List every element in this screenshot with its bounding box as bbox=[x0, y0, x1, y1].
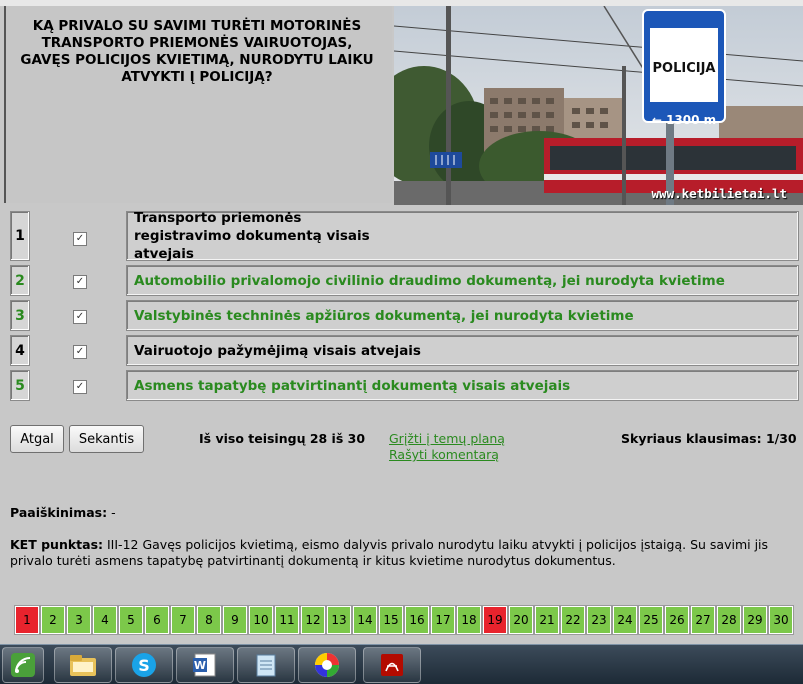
page-tile-23[interactable]: 23 bbox=[586, 605, 612, 635]
page-tile-7[interactable]: 7 bbox=[170, 605, 196, 635]
answer-text: Vairuotojo pažymėjimą visais atvejais bbox=[134, 342, 421, 359]
next-button[interactable]: Sekantis bbox=[69, 425, 144, 453]
page-tile-10[interactable]: 10 bbox=[248, 605, 274, 635]
network-status-icon[interactable] bbox=[2, 647, 44, 683]
answer-number: 2 bbox=[10, 265, 30, 296]
page-tile-30[interactable]: 30 bbox=[768, 605, 794, 635]
page-tile-1[interactable]: 1 bbox=[14, 605, 40, 635]
street-scene-image: POLICIJA ← 1300 m bbox=[394, 6, 803, 205]
page-tile-20[interactable]: 20 bbox=[508, 605, 534, 635]
section-question-counter: Skyriaus klausimas: 1/30 bbox=[621, 431, 797, 446]
answer-row-1: 1 ✓ Transporto priemonės registravimo do… bbox=[0, 210, 803, 262]
answer-checkbox[interactable]: ✓ bbox=[73, 310, 87, 324]
question-photo: POLICIJA ← 1300 m www.ketbilietai.lt bbox=[394, 6, 803, 205]
watermark: www.ketbilietai.lt bbox=[651, 186, 787, 201]
svg-text:W: W bbox=[194, 659, 206, 672]
page-tile-22[interactable]: 22 bbox=[560, 605, 586, 635]
answer-option[interactable]: Vairuotojo pažymėjimą visais atvejais bbox=[126, 335, 799, 366]
answer-checkbox[interactable]: ✓ bbox=[73, 232, 87, 246]
answer-option[interactable]: Valstybinės techninės apžiūros dokumentą… bbox=[126, 300, 799, 331]
word-icon[interactable]: W bbox=[176, 647, 234, 683]
ket-text: III-12 Gavęs policijos kvietimą, eismo d… bbox=[10, 537, 769, 568]
question-text: KĄ PRIVALO SU SAVIMI TURĖTI MOTORINĖS TR… bbox=[20, 18, 374, 85]
page-tile-25[interactable]: 25 bbox=[638, 605, 664, 635]
answer-checkbox[interactable]: ✓ bbox=[73, 275, 87, 289]
page-tile-26[interactable]: 26 bbox=[664, 605, 690, 635]
answer-option[interactable]: Transporto priemonės registravimo dokume… bbox=[126, 210, 799, 262]
page-tile-29[interactable]: 29 bbox=[742, 605, 768, 635]
explanation-label: Paaiškinimas: bbox=[10, 505, 108, 520]
ket-label: KET punktas: bbox=[10, 537, 104, 552]
page-tile-2[interactable]: 2 bbox=[40, 605, 66, 635]
page-tile-3[interactable]: 3 bbox=[66, 605, 92, 635]
answer-number: 4 bbox=[10, 335, 30, 366]
answer-text: Transporto priemonės registravimo dokume… bbox=[134, 210, 370, 262]
page-tile-9[interactable]: 9 bbox=[222, 605, 248, 635]
ket-reference: KET punktas: III-12 Gavęs policijos kvie… bbox=[10, 537, 780, 569]
picasa-icon[interactable] bbox=[298, 647, 356, 683]
question-panel: KĄ PRIVALO SU SAVIMI TURĖTI MOTORINĖS TR… bbox=[4, 6, 392, 203]
notepad-icon[interactable] bbox=[237, 647, 295, 683]
page-tile-8[interactable]: 8 bbox=[196, 605, 222, 635]
answer-option[interactable]: Asmens tapatybę patvirtinantį dokumentą … bbox=[126, 370, 799, 401]
answer-row-2: 2 ✓ Automobilio privalomojo civilinio dr… bbox=[0, 265, 803, 296]
page-tile-13[interactable]: 13 bbox=[326, 605, 352, 635]
page-tile-6[interactable]: 6 bbox=[144, 605, 170, 635]
answer-number: 5 bbox=[10, 370, 30, 401]
page-tile-21[interactable]: 21 bbox=[534, 605, 560, 635]
answer-option[interactable]: Automobilio privalomojo civilinio draudi… bbox=[126, 265, 799, 296]
page-tile-14[interactable]: 14 bbox=[352, 605, 378, 635]
answer-number: 1 bbox=[10, 211, 30, 261]
page-tile-27[interactable]: 27 bbox=[690, 605, 716, 635]
answer-text: Automobilio privalomojo civilinio draudi… bbox=[134, 272, 725, 289]
file-explorer-icon[interactable] bbox=[54, 647, 112, 683]
page-tile-4[interactable]: 4 bbox=[92, 605, 118, 635]
answer-row-3: 3 ✓ Valstybinės techninės apžiūros dokum… bbox=[0, 300, 803, 331]
page-tile-17[interactable]: 17 bbox=[430, 605, 456, 635]
page-tile-15[interactable]: 15 bbox=[378, 605, 404, 635]
explanation: Paaiškinimas: - bbox=[10, 505, 116, 520]
answer-checkbox[interactable]: ✓ bbox=[73, 380, 87, 394]
back-to-topics-link[interactable]: Grįžti į temų planą bbox=[389, 431, 505, 446]
score-text: Iš viso teisingų 28 iš 30 bbox=[199, 431, 366, 446]
sign-distance: ← 1300 m bbox=[652, 113, 716, 127]
answer-row-4: 4 ✓ Vairuotojo pažymėjimą visais atvejai… bbox=[0, 335, 803, 366]
page-tile-28[interactable]: 28 bbox=[716, 605, 742, 635]
write-comment-link[interactable]: Rašyti komentarą bbox=[389, 447, 499, 462]
sign-title: POLICIJA bbox=[653, 61, 716, 76]
explanation-value: - bbox=[111, 505, 116, 520]
page-tile-16[interactable]: 16 bbox=[404, 605, 430, 635]
windows-taskbar: S W bbox=[0, 644, 803, 684]
answer-text: Valstybinės techninės apžiūros dokumentą… bbox=[134, 307, 634, 324]
page-tile-19[interactable]: 19 bbox=[482, 605, 508, 635]
answer-checkbox[interactable]: ✓ bbox=[73, 345, 87, 359]
back-button[interactable]: Atgal bbox=[10, 425, 64, 453]
skype-icon[interactable]: S bbox=[115, 647, 173, 683]
page-tile-11[interactable]: 11 bbox=[274, 605, 300, 635]
answer-text: Asmens tapatybę patvirtinantį dokumentą … bbox=[134, 377, 571, 394]
svg-text:S: S bbox=[138, 656, 150, 675]
page-tile-12[interactable]: 12 bbox=[300, 605, 326, 635]
answer-row-5: 5 ✓ Asmens tapatybę patvirtinantį dokume… bbox=[0, 370, 803, 401]
page-tile-18[interactable]: 18 bbox=[456, 605, 482, 635]
acrobat-reader-icon[interactable] bbox=[363, 647, 421, 683]
answer-number: 3 bbox=[10, 300, 30, 331]
page-tile-24[interactable]: 24 bbox=[612, 605, 638, 635]
page-tile-5[interactable]: 5 bbox=[118, 605, 144, 635]
